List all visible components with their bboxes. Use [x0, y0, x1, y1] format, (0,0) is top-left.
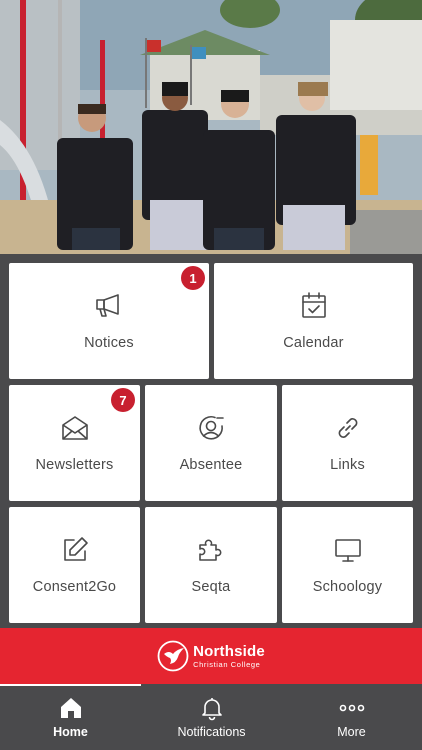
puzzle-icon: [196, 535, 226, 565]
monitor-icon: [333, 535, 363, 565]
schoology-label: Schoology: [312, 579, 383, 595]
megaphone-icon: [94, 291, 124, 321]
tab-more[interactable]: More: [281, 684, 422, 750]
consent2go-tile[interactable]: Consent2Go: [9, 507, 140, 623]
tab-notifications-label: Notifications: [177, 725, 246, 739]
calendar-tile[interactable]: Calendar: [214, 263, 413, 379]
calendar-check-icon: [299, 291, 329, 321]
tab-home[interactable]: Home: [0, 684, 141, 750]
calendar-label: Calendar: [283, 335, 344, 351]
notices-label: Notices: [84, 335, 134, 351]
user-minus-icon: [196, 413, 226, 443]
newsletters-label: Newsletters: [35, 457, 114, 473]
absentee-tile[interactable]: Absentee: [145, 385, 277, 501]
seqta-tile[interactable]: Seqta: [145, 507, 277, 623]
links-label: Links: [330, 457, 365, 473]
link-icon: [333, 413, 363, 443]
brand-subtitle: Christian College: [193, 659, 261, 669]
tab-home-label: Home: [53, 725, 88, 739]
more-dots-icon: [339, 695, 365, 721]
hero-photo: [0, 0, 422, 254]
notices-badge: 1: [181, 266, 205, 290]
bottom-tab-bar: Home Notifications More: [0, 684, 422, 750]
brand-name: Northside: [193, 642, 265, 660]
home-icon: [58, 695, 84, 721]
seqta-label: Seqta: [191, 579, 231, 595]
links-tile[interactable]: Links: [282, 385, 413, 501]
brand-footer: Northside Christian College: [0, 628, 422, 684]
tab-more-label: More: [337, 725, 366, 739]
bell-icon: [199, 695, 225, 721]
envelope-open-icon: [60, 413, 90, 443]
tab-notifications[interactable]: Notifications: [141, 684, 282, 750]
menu-grid: Notices 1 Calendar Newsletters 7 Absente…: [0, 254, 422, 628]
consent2go-label: Consent2Go: [32, 579, 117, 595]
newsletters-badge: 7: [111, 388, 135, 412]
dove-logo-icon: [157, 640, 189, 672]
notices-tile[interactable]: Notices: [9, 263, 209, 379]
absentee-label: Absentee: [179, 457, 243, 473]
edit-icon: [60, 535, 90, 565]
schoology-tile[interactable]: Schoology: [282, 507, 413, 623]
